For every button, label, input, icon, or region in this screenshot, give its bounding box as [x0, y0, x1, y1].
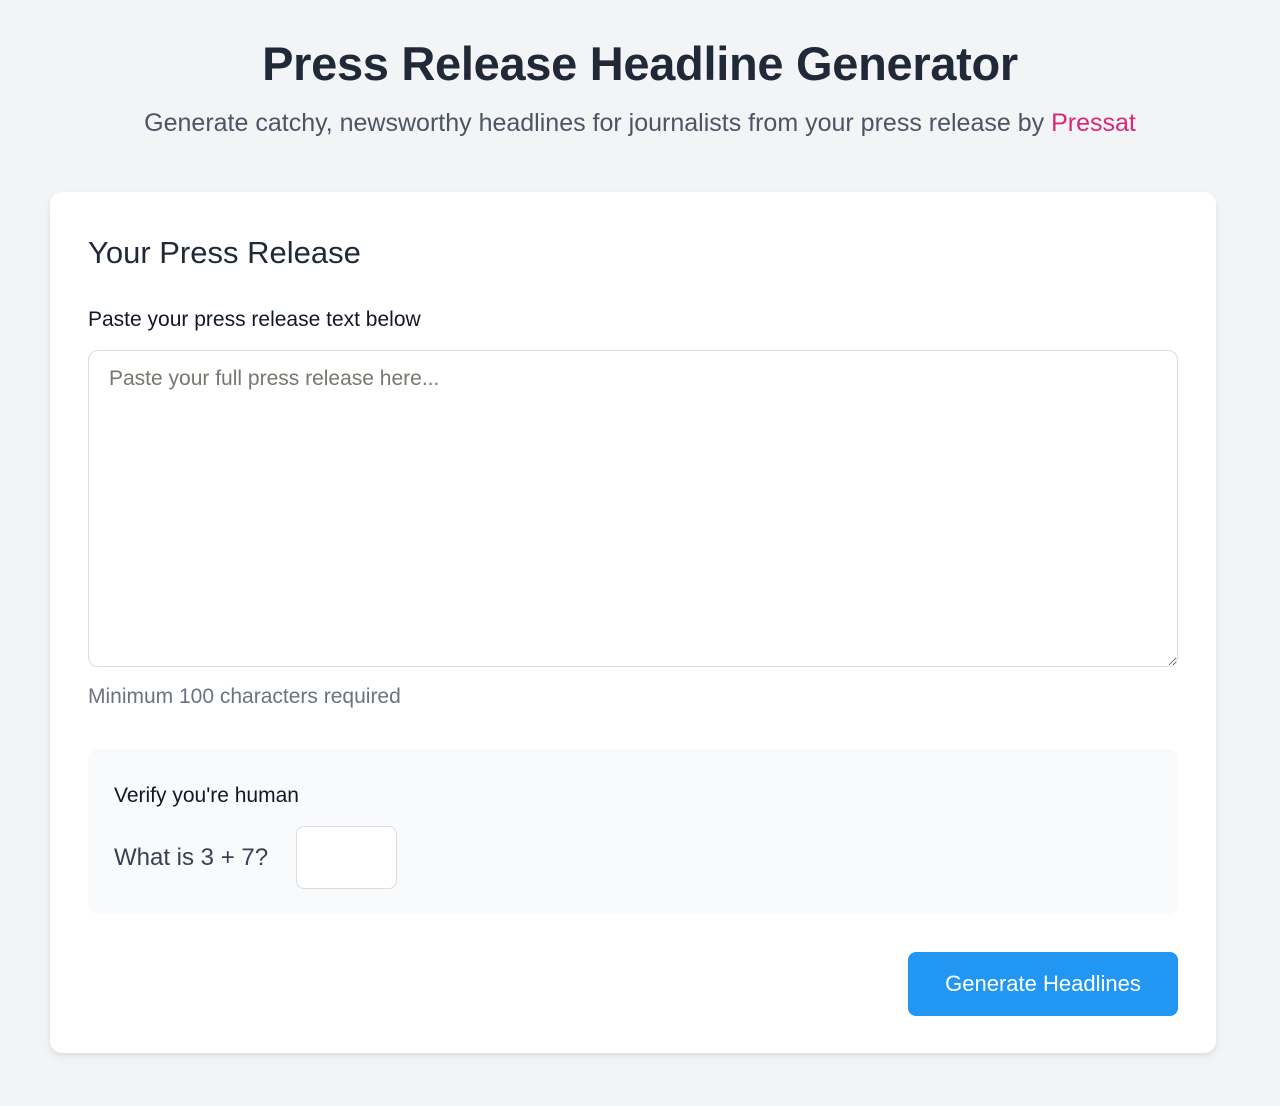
captcha-box: Verify you're human What is 3 + 7? — [88, 749, 1178, 914]
character-requirement-hint: Minimum 100 characters required — [88, 685, 401, 708]
press-release-label: Paste your press release text below — [88, 308, 421, 331]
page-title: Press Release Headline Generator — [262, 37, 1018, 90]
press-release-card: Your Press Release Paste your press rele… — [50, 192, 1216, 1053]
generate-headlines-button[interactable]: Generate Headlines — [908, 952, 1178, 1016]
captcha-title: Verify you're human — [114, 784, 299, 807]
subtitle-text: Generate catchy, newsworthy headlines fo… — [144, 109, 1052, 137]
captcha-answer-input[interactable] — [296, 826, 397, 889]
page-subtitle: Generate catchy, newsworthy headlines fo… — [0, 107, 1280, 139]
section-title: Your Press Release — [88, 235, 361, 270]
captcha-question: What is 3 + 7? — [114, 844, 269, 871]
press-release-textarea[interactable] — [88, 350, 1178, 667]
pressat-link[interactable]: Pressat — [1051, 109, 1136, 137]
